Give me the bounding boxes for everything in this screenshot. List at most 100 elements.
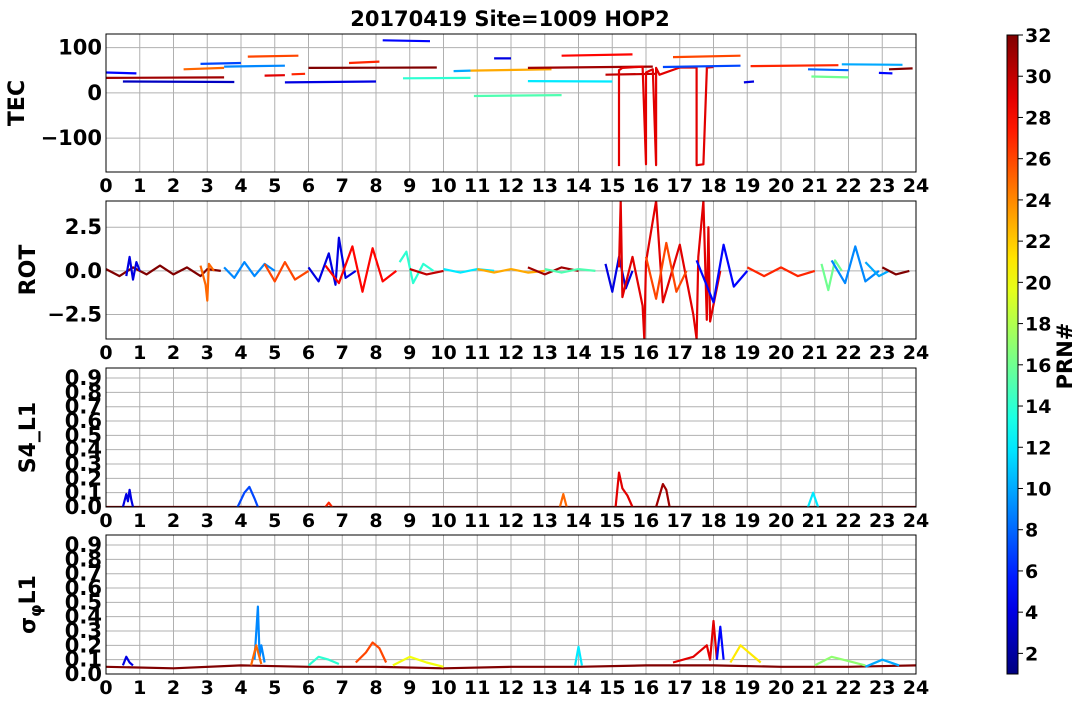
x-tick-label: 5 (268, 510, 281, 532)
series-line (820, 259, 843, 292)
x-tick-label: 17 (667, 175, 693, 197)
x-tick-label: 5 (268, 342, 281, 364)
y-axis-label: S4_L1 (16, 402, 41, 473)
x-tick-label: 20 (768, 510, 794, 532)
series-line (200, 61, 242, 65)
series-line (263, 261, 310, 283)
colorbar-tick-label: 8 (1025, 520, 1038, 542)
series-line (672, 54, 741, 59)
y-axis-label: TEC (5, 80, 30, 126)
x-tick-label: 22 (835, 510, 861, 532)
series-line (398, 250, 435, 285)
x-tick-label: 18 (700, 677, 726, 699)
series-line (814, 655, 866, 667)
series-line (888, 67, 913, 71)
y-tick-label: 0.9 (65, 533, 102, 557)
colorbar-tick-label: 30 (1025, 66, 1051, 88)
series-line (617, 65, 714, 167)
colorbar-tick-label: 28 (1025, 107, 1051, 129)
x-tick-label: 1 (133, 510, 146, 532)
x-tick-label: 8 (369, 342, 382, 364)
colorbar-label: PRN# (1053, 323, 1077, 390)
x-tick-label: 1 (133, 175, 146, 197)
series-line (473, 94, 562, 98)
x-tick-label: 24 (903, 510, 929, 532)
x-tick-label: 14 (565, 342, 591, 364)
series-line (382, 39, 431, 43)
colorbar-tick-label: 2 (1025, 643, 1038, 665)
series-line (614, 471, 634, 507)
y-tick-label: 2.5 (65, 215, 102, 239)
panel-3: 0 1 2 3 4 5 6 7 8 9 10 11 12 13 14 15 16 17 18 19 20 21 22 23 24… (16, 366, 929, 532)
series-line (348, 60, 380, 65)
series-line (453, 69, 471, 73)
x-tick-label: 17 (667, 677, 693, 699)
y-axis-label: σφL1 (16, 575, 45, 634)
x-tick-label: 4 (234, 677, 247, 699)
panel-4: 0 1 2 3 4 5 6 7 8 9 10 11 12 13 14 15 16 17 18 19 20 21 22 23 24… (16, 533, 929, 699)
colorbar-tick-label: 14 (1025, 396, 1051, 418)
x-tick-label: 2 (167, 677, 180, 699)
x-tick-label: 17 (667, 510, 693, 532)
series-line (122, 80, 235, 84)
x-tick-label: 2 (167, 342, 180, 364)
x-tick-label: 11 (464, 677, 490, 699)
x-tick-label: 4 (234, 175, 247, 197)
x-tick-label: 11 (464, 175, 490, 197)
x-tick-label: 11 (464, 510, 490, 532)
panel-1: 0 1 2 3 4 5 6 7 8 9 10 11 12 13 14 15 16 17 18 19 20 21 22 23 24… (5, 33, 929, 197)
colorbar-tick-label: 12 (1025, 437, 1051, 459)
x-tick-label: 15 (599, 677, 625, 699)
x-tick-label: 1 (133, 342, 146, 364)
colorbar-tick-label: 18 (1025, 314, 1051, 336)
x-tick-label: 9 (403, 677, 416, 699)
x-tick-label: 21 (802, 175, 828, 197)
series-line (284, 80, 377, 84)
x-tick-label: 5 (268, 175, 281, 197)
series-line (743, 80, 755, 84)
colorbar-tick-label: 10 (1025, 478, 1051, 500)
x-tick-label: 12 (498, 175, 524, 197)
colorbar-tick-label: 20 (1025, 272, 1051, 294)
series-line (617, 201, 722, 339)
x-tick-label: 10 (430, 510, 456, 532)
figure-title: 20170419 Site=1009 HOP2 (350, 7, 670, 31)
series-line (106, 71, 137, 75)
x-tick-label: 24 (903, 677, 929, 699)
x-tick-label: 8 (369, 510, 382, 532)
x-tick-label: 24 (903, 175, 929, 197)
colorbar-tick-label: 24 (1025, 190, 1051, 212)
series-line (247, 54, 299, 58)
x-tick-label: 4 (234, 510, 247, 532)
x-tick-label: 16 (633, 342, 659, 364)
x-tick-label: 6 (302, 175, 315, 197)
colorbar-tick-label: 26 (1025, 149, 1051, 171)
panels: 0 1 2 3 4 5 6 7 8 9 10 11 12 13 14 15 16 17 18 19 20 21 22 23 24… (5, 33, 929, 699)
x-tick-label: 20 (768, 342, 794, 364)
series-line (807, 68, 849, 72)
series-line (605, 72, 657, 76)
series-line (307, 655, 340, 667)
x-tick-label: 21 (802, 510, 828, 532)
y-tick-label: −2.5 (47, 303, 102, 327)
colorbar-ticks: 2468101214161820222426283032 (1018, 25, 1051, 665)
x-tick-label: 3 (201, 510, 214, 532)
x-tick-label: 10 (430, 342, 456, 364)
series-line (561, 53, 633, 57)
series-line (392, 655, 444, 668)
x-tick-label: 7 (336, 175, 349, 197)
x-tick-label: 21 (802, 342, 828, 364)
x-tick-label: 3 (201, 342, 214, 364)
y-tick-label: 100 (58, 36, 102, 60)
colorbar-tick-label: 16 (1025, 355, 1051, 377)
x-tick-label: 13 (532, 510, 558, 532)
series-line (655, 483, 671, 507)
x-tick-label: 0 (99, 342, 112, 364)
series-line (307, 236, 357, 286)
colorbar-tick-label: 6 (1025, 561, 1038, 583)
x-tick-label: 14 (565, 510, 591, 532)
x-tick-label: 7 (336, 677, 349, 699)
colorbar-tick-label: 4 (1025, 602, 1038, 624)
x-tick-label: 6 (302, 510, 315, 532)
x-tick-label: 16 (633, 510, 659, 532)
